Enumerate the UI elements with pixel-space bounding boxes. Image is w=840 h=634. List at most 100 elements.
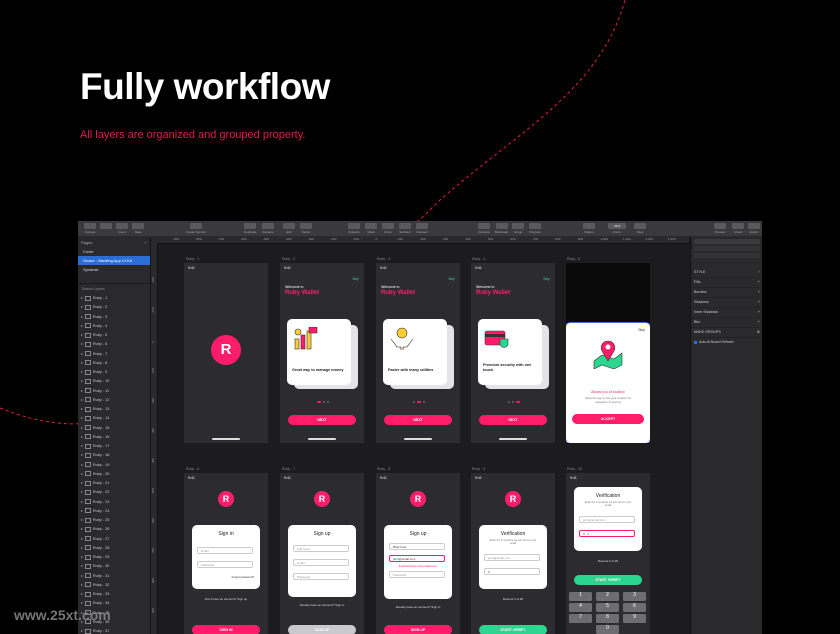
layer-item[interactable]: ▸ Ruby - 31: [78, 572, 150, 581]
disclosure-icon[interactable]: ▸: [81, 481, 83, 485]
disclosure-icon[interactable]: ▸: [81, 546, 83, 550]
layer-item[interactable]: ▸ Ruby - 24: [78, 507, 150, 516]
skip-link[interactable]: Skip: [448, 277, 455, 281]
position-fields[interactable]: [694, 246, 760, 251]
layer-item[interactable]: ▸ Ruby - 9: [78, 368, 150, 377]
layer-item[interactable]: ▸ Ruby - 16: [78, 433, 150, 442]
disclosure-icon[interactable]: ▸: [81, 463, 83, 467]
disclosure-icon[interactable]: ▸: [81, 342, 83, 346]
artboard-onboarding-2[interactable]: 9:41 Skip Welcome to Ruby Wallet Faster …: [376, 263, 460, 443]
password-field[interactable]: Password: [389, 571, 445, 578]
page-item-cover[interactable]: Cover: [78, 247, 150, 256]
disclosure-icon[interactable]: ▸: [81, 472, 83, 476]
artboard-location[interactable]: Skip Allows you of location Allow the ap…: [566, 263, 650, 443]
layer-item[interactable]: ▸ Ruby - 13: [78, 405, 150, 414]
accept-button[interactable]: ACCEPT: [572, 414, 644, 424]
alignment-bar[interactable]: [694, 239, 760, 244]
size-fields[interactable]: [694, 253, 760, 258]
disclosure-icon[interactable]: ▸: [81, 305, 83, 309]
disclosure-icon[interactable]: ▸: [81, 453, 83, 457]
layer-item[interactable]: ▸ Ruby - 30: [78, 562, 150, 571]
disclosure-icon[interactable]: ▸: [81, 444, 83, 448]
keypad-key[interactable]: 3: [623, 592, 646, 601]
layer-item[interactable]: ▸ Ruby - 10: [78, 377, 150, 386]
view-button[interactable]: View: [634, 223, 646, 234]
inspector-inner-shadows[interactable]: Inner Shadows +: [691, 308, 762, 318]
search-layers-input[interactable]: Search Layers: [78, 283, 150, 294]
add-page-icon[interactable]: +: [145, 240, 147, 245]
layer-item[interactable]: ▸ Ruby - 25: [78, 516, 150, 525]
layer-item[interactable]: ▸ Ruby - 4: [78, 322, 150, 331]
edit-button[interactable]: Edit: [283, 223, 295, 234]
page-item-symbols[interactable]: Symbols: [78, 265, 150, 274]
mask-button[interactable]: Mask: [365, 223, 377, 234]
disclosure-icon[interactable]: ▸: [81, 416, 83, 420]
disclosure-icon[interactable]: ▸: [81, 527, 83, 531]
layer-item[interactable]: ▸ Ruby - 22: [78, 488, 150, 497]
sign-up-link[interactable]: Don't have an account? Sign up: [184, 597, 268, 601]
inspector-borders[interactable]: Borders +: [691, 288, 762, 298]
union-button[interactable]: Union: [382, 223, 394, 234]
artboard-verification[interactable]: 9:41 R Verification Enter the 6 numbers …: [471, 473, 555, 634]
keypad-key[interactable]: 9: [623, 614, 646, 623]
group-button[interactable]: Group: [512, 223, 524, 234]
keypad-key[interactable]: 4: [569, 603, 592, 612]
layer-item[interactable]: ▸ Ruby - 21: [78, 479, 150, 488]
sign-up-button[interactable]: SIGN UP: [288, 625, 356, 634]
sign-in-button[interactable]: SIGN IN: [192, 625, 260, 634]
keypad-key[interactable]: 5: [596, 603, 619, 612]
layer-item[interactable]: ▸ Ruby - 18: [78, 451, 150, 460]
email-field[interactable]: john@email.com: [389, 555, 445, 562]
flatten-button[interactable]: Flatten: [583, 223, 595, 234]
layer-item[interactable]: ▸ Ruby - 26: [78, 525, 150, 534]
disclosure-icon[interactable]: ▸: [81, 583, 83, 587]
layer-item[interactable]: ▸ Ruby - 29: [78, 553, 150, 562]
disclosure-icon[interactable]: ▸: [81, 398, 83, 402]
disclosure-icon[interactable]: ▸: [81, 435, 83, 439]
disclosure-icon[interactable]: ▸: [81, 296, 83, 300]
auto-fit-checkbox[interactable]: Auto-fit Board Refresh: [691, 338, 762, 346]
start-verify-button[interactable]: START VERIFY: [574, 575, 642, 585]
email-field[interactable]: Email: [197, 547, 253, 554]
keypad-key[interactable]: 7: [569, 614, 592, 623]
inspector-blur[interactable]: Blur +: [691, 318, 762, 328]
layer-item[interactable]: ▸ Ruby - 33: [78, 590, 150, 599]
layer-item[interactable]: ▸ Ruby - 11: [78, 387, 150, 396]
disclosure-icon[interactable]: ▸: [81, 389, 83, 393]
insert-button[interactable]: Insert: [116, 223, 128, 234]
password-field[interactable]: Password: [293, 573, 349, 580]
preview-button[interactable]: Preview: [714, 223, 726, 234]
layer-item[interactable]: ▸ Ruby - 23: [78, 498, 150, 507]
next-button[interactable]: NEXT: [479, 415, 547, 425]
layer-item[interactable]: ▸ Ruby - 3: [78, 313, 150, 322]
layer-item[interactable]: ▸ Ruby - 14: [78, 414, 150, 423]
subtract-button[interactable]: Subtract: [399, 223, 411, 234]
email-field[interactable]: john@email.com: [579, 516, 635, 523]
layer-item[interactable]: ▸ Ruby - 2: [78, 303, 150, 312]
layer-item[interactable]: ▸ Ruby - 28: [78, 544, 150, 553]
disclosure-icon[interactable]: ▸: [81, 592, 83, 596]
keypad-key[interactable]: 2: [596, 592, 619, 601]
keypad-key[interactable]: 8: [596, 614, 619, 623]
disclosure-icon[interactable]: ▸: [81, 500, 83, 504]
forgot-password-link[interactable]: Forgot password?: [232, 575, 254, 579]
page-item-kit[interactable]: Onace - Banking App UI Kit: [78, 256, 150, 265]
name-field[interactable]: Brad Cole: [389, 543, 445, 550]
disclosure-icon[interactable]: ▸: [81, 490, 83, 494]
keypad-key[interactable]: 6: [623, 603, 646, 612]
code-field[interactable]: 0 - 1: [579, 530, 635, 537]
password-field[interactable]: Password: [197, 561, 253, 568]
sign-up-button[interactable]: SIGN UP: [384, 625, 452, 634]
layer-item[interactable]: ▸ Ruby - 7: [78, 350, 150, 359]
backward-button[interactable]: Backward: [495, 223, 508, 234]
layer-item[interactable]: ▸ Ruby - 5: [78, 331, 150, 340]
code-field[interactable]: 0: [484, 568, 540, 575]
disclosure-icon[interactable]: ▸: [81, 601, 83, 605]
canvas[interactable]: Ruby - 1 9:41 R Ruby - 2 9:41 Skip Welco…: [158, 244, 690, 634]
data-button[interactable]: Data: [132, 223, 144, 234]
layer-item[interactable]: ▸ Ruby - 1: [78, 294, 150, 303]
disclosure-icon[interactable]: ▸: [81, 574, 83, 578]
keypad-key[interactable]: 0: [596, 625, 619, 634]
scissors-button[interactable]: Scissors: [348, 223, 360, 234]
inspector-shadows[interactable]: Shadows +: [691, 298, 762, 308]
